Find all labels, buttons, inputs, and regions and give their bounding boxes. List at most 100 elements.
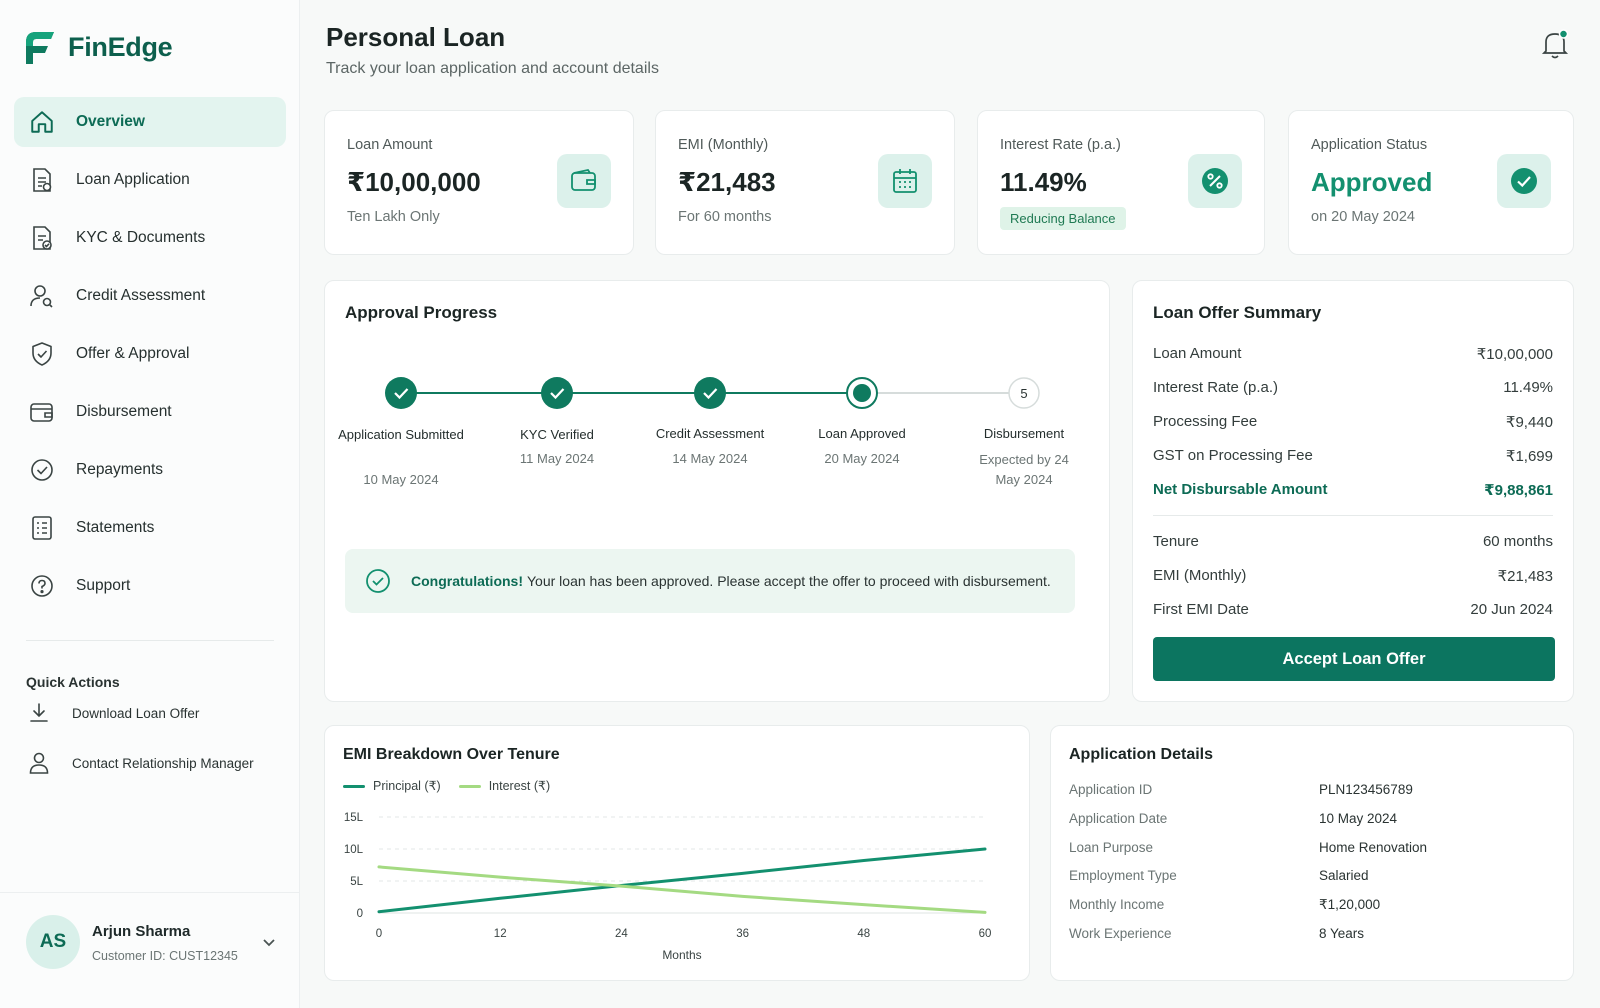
step-date: Expected by 24 May 2024 (979, 452, 1069, 487)
row-key: Interest Rate (p.a.) (1153, 379, 1279, 396)
sidebar-item-disbursement[interactable]: Disbursement (14, 387, 286, 437)
summary-row: Interest Rate (p.a.) 11.49% (1153, 379, 1553, 396)
interest-series-line (377, 865, 987, 914)
stat-card-application-status: Application Status Approved on 20 May 20… (1288, 110, 1574, 255)
detail-value: Salaried (1319, 868, 1369, 883)
step-done-icon (385, 377, 417, 409)
detail-value: ₹1,20,000 (1319, 897, 1381, 912)
detail-row: Application ID PLN123456789 (1069, 782, 1413, 797)
status-value: Approved (1311, 167, 1433, 197)
step-label: Disbursement (983, 426, 1065, 441)
user-name: Arjun Sharma (92, 923, 191, 940)
stat-label: Loan Amount (347, 137, 433, 153)
summary-row: Tenure 60 months (1153, 533, 1553, 550)
calendar-icon (878, 154, 932, 208)
sidebar-item-repayments[interactable]: Repayments (14, 445, 286, 495)
page-subtitle: Track your loan application and account … (326, 60, 659, 77)
banner-text: Your loan has been approved. Please acce… (527, 573, 1051, 589)
stat-sub: Ten Lakh Only (347, 209, 440, 225)
detail-value: 8 Years (1319, 926, 1365, 941)
detail-row: Application Date 10 May 2024 (1069, 811, 1397, 826)
approval-progress-card: Approval Progress 5 Application Submitte… (324, 280, 1110, 702)
summary-divider (1153, 515, 1553, 516)
notification-bell-icon[interactable] (1540, 28, 1570, 60)
sidebar-item-credit-assessment[interactable]: Credit Assessment (14, 271, 286, 321)
x-tick-label: 24 (615, 928, 628, 940)
shield-check-icon (28, 340, 56, 368)
x-tick-label: 0 (376, 928, 382, 940)
detail-key: Loan Purpose (1069, 840, 1154, 855)
row-key: First EMI Date (1153, 601, 1249, 618)
contact-relationship-manager-action[interactable]: Contact Relationship Manager (26, 750, 286, 776)
sidebar-item-label: Credit Assessment (76, 287, 206, 304)
emi-breakdown-card: EMI Breakdown Over Tenure Principal (₹) … (324, 725, 1030, 981)
progress-track: 5 (385, 377, 1040, 409)
download-icon (26, 700, 52, 726)
stat-label: Interest Rate (p.a.) (1000, 137, 1121, 153)
x-tick-label: 60 (979, 928, 992, 940)
step-label: Credit Assessment (655, 426, 765, 441)
summary-row: EMI (Monthly) ₹21,483 (1153, 567, 1553, 585)
user-profile[interactable]: AS Arjun Sharma Customer ID: CUST12345 (0, 892, 300, 1008)
sidebar-item-kyc-documents[interactable]: KYC & Documents (14, 213, 286, 263)
customer-id: Customer ID: CUST12345 (92, 949, 238, 963)
row-key: Net Disbursable Amount (1153, 481, 1328, 498)
detail-value: PLN123456789 (1319, 782, 1413, 797)
sidebar-item-loan-application[interactable]: Loan Application (14, 155, 286, 205)
app-name: FinEdge (68, 31, 173, 62)
finedge-logo-icon (26, 32, 54, 64)
row-key: Tenure (1153, 533, 1199, 550)
row-value: 60 months (1482, 533, 1553, 550)
stat-label: EMI (Monthly) (678, 137, 769, 153)
row-value: ₹1,699 (1505, 448, 1553, 465)
download-loan-offer-action[interactable]: Download Loan Offer (26, 700, 286, 726)
percent-icon (1188, 154, 1242, 208)
row-key: GST on Processing Fee (1153, 447, 1313, 464)
document-check-icon (28, 224, 56, 252)
sidebar-item-label: Overview (76, 113, 145, 130)
detail-key: Monthly Income (1069, 897, 1165, 912)
row-value: ₹10,00,000 (1476, 346, 1553, 363)
row-value: 11.49% (1503, 379, 1553, 396)
step-current-icon (846, 377, 878, 409)
wallet-icon (557, 154, 611, 208)
sidebar-item-offer-approval[interactable]: Offer & Approval (14, 329, 286, 379)
sidebar-divider (26, 640, 274, 641)
row-key: Loan Amount (1153, 345, 1242, 362)
accept-loan-offer-button[interactable]: Accept Loan Offer (1153, 637, 1555, 681)
step-date: 14 May 2024 (672, 451, 748, 466)
stat-value: ₹10,00,000 (347, 167, 481, 197)
check-circle-icon (28, 456, 56, 484)
user-search-icon (28, 282, 56, 310)
detail-row: Loan Purpose Home Renovation (1069, 840, 1427, 855)
check-circle-icon (366, 569, 390, 593)
step-date: 11 May 2024 (519, 451, 595, 466)
step-label: KYC Verified (520, 427, 594, 442)
stat-label: Application Status (1311, 137, 1428, 153)
detail-row: Employment Type Salaried (1069, 868, 1369, 883)
statement-icon (28, 514, 56, 542)
app-logo[interactable]: FinEdge (22, 28, 173, 66)
chevron-down-icon[interactable] (260, 933, 278, 951)
y-tick-label: 15L (344, 812, 364, 824)
row-value: ₹9,440 (1505, 414, 1553, 431)
stat-sub: For 60 months (678, 209, 772, 225)
x-axis-label: Months (662, 948, 701, 962)
quick-action-label: Contact Relationship Manager (72, 755, 254, 771)
sidebar-item-support[interactable]: Support (14, 561, 286, 611)
sidebar-item-overview[interactable]: Overview (14, 97, 286, 147)
stat-card-interest-rate: Interest Rate (p.a.) 11.49% Reducing Bal… (977, 110, 1265, 255)
step-label: Loan Approved (818, 426, 906, 441)
stat-value: 11.49% (1000, 167, 1087, 197)
x-tick-label: 48 (857, 928, 870, 940)
page-title: Personal Loan (326, 22, 506, 52)
sidebar-item-label: Disbursement (76, 403, 172, 420)
sidebar-item-statements[interactable]: Statements (14, 503, 286, 553)
y-tick-label: 5L (350, 876, 363, 888)
step-done-icon (541, 377, 573, 409)
step-done-icon (694, 377, 726, 409)
detail-key: Employment Type (1069, 868, 1177, 883)
stat-value: ₹21,483 (678, 167, 776, 197)
banner-strong: Congratulations! (411, 573, 523, 589)
summary-row: First EMI Date 20 Jun 2024 (1153, 601, 1553, 618)
